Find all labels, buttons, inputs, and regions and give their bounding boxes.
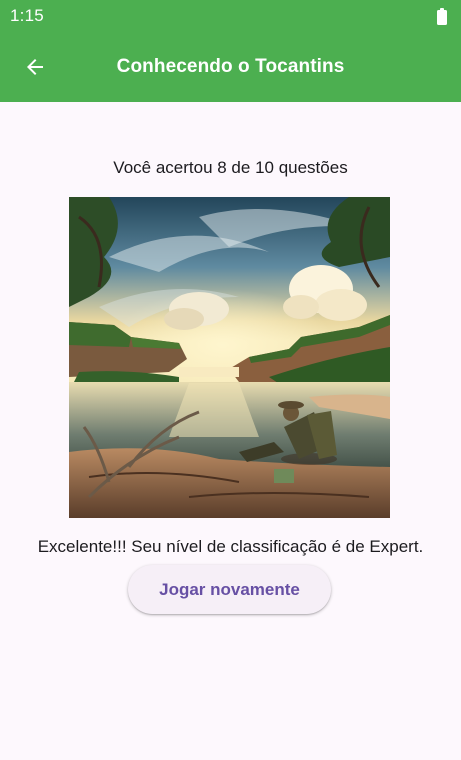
app-bar: Conhecendo o Tocantins bbox=[0, 32, 461, 102]
classification-text: Excelente!!! Seu nível de classificação … bbox=[37, 537, 424, 556]
landscape-image bbox=[69, 197, 390, 518]
score-text: Você acertou 8 de 10 questões bbox=[113, 158, 348, 177]
battery-full-icon bbox=[437, 7, 447, 25]
page-title: Conhecendo o Tocantins bbox=[116, 56, 345, 77]
play-again-button[interactable]: Jogar novamente bbox=[128, 565, 331, 614]
status-bar: 1:15 bbox=[0, 0, 461, 32]
status-time: 1:15 bbox=[10, 6, 44, 25]
tocantins-landscape-illustration bbox=[69, 197, 390, 518]
